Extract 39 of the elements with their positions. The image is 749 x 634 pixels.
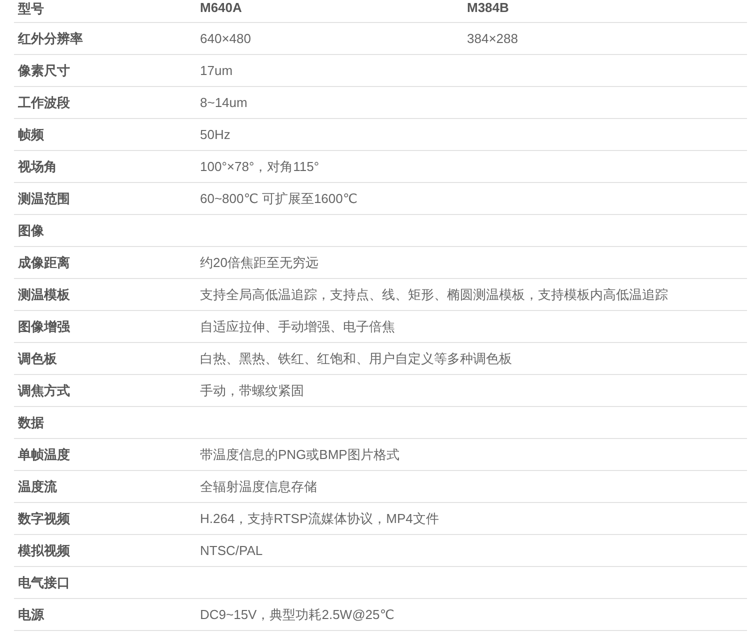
spec-label: 工作波段	[17, 94, 71, 112]
section-title: 数据	[16, 414, 45, 432]
spec-value: NTSC/PAL	[199, 543, 264, 558]
section-title: 图像	[17, 222, 45, 240]
spec-value: 带温度信息的PNG或BMP图片格式	[199, 446, 400, 464]
spec-value: 白热、黑热、铁红、红饱和、用户自定义等多种调色板	[199, 350, 513, 368]
spec-label: 调色板	[16, 350, 58, 368]
spec-value: H.264，支持RTSP流媒体协议，MP4文件	[199, 510, 440, 528]
spec-value: 约20倍焦距至无穷远	[199, 254, 320, 272]
spec-label: 数字视频	[16, 510, 71, 528]
spec-value: DC9~15V，典型功耗2.5W@25℃	[199, 606, 396, 624]
spec-label: 温度流	[17, 478, 58, 496]
spec-value: 支持全局高低温追踪，支持点、线、矩形、椭圆测温模板，支持模板内高低温追踪	[199, 286, 669, 304]
spec-value: 8~14um	[199, 95, 248, 110]
spec-value: 手动，带螺纹紧固	[199, 382, 305, 400]
spec-label: 单帧温度	[17, 446, 71, 464]
model-name: M640A	[199, 0, 243, 15]
spec-label: 红外分辨率	[16, 30, 84, 48]
spec-label: 帧频	[17, 126, 45, 144]
spec-value: 自适应拉伸、手动增强、电子倍焦	[199, 318, 396, 336]
spec-label: 像素尺寸	[16, 62, 71, 80]
spec-label: 模拟视频	[16, 542, 71, 560]
spec-value: 17um	[199, 63, 234, 78]
spec-label: 调焦方式	[16, 382, 71, 400]
spec-value: 50Hz	[199, 127, 232, 142]
header-label: 型号	[17, 0, 45, 18]
spec-label: 成像距离	[16, 254, 71, 272]
spec-label: 测温范围	[17, 190, 71, 208]
spec-label: 视场角	[16, 158, 58, 176]
spec-value: 60~800℃ 可扩展至1600℃	[199, 190, 358, 208]
spec-value: 100°×78°，对角115°	[199, 158, 320, 176]
spec-value: 384×288	[466, 31, 519, 46]
spec-value: 全辐射温度信息存储	[199, 478, 318, 496]
spec-label: 测温模板	[17, 286, 71, 304]
spec-label: 电源	[17, 606, 46, 624]
spec-label: 图像增强	[17, 318, 71, 336]
section-title: 电气接口	[17, 574, 71, 592]
spec-value: 640×480	[199, 31, 252, 46]
model-name: M384B	[466, 0, 510, 15]
